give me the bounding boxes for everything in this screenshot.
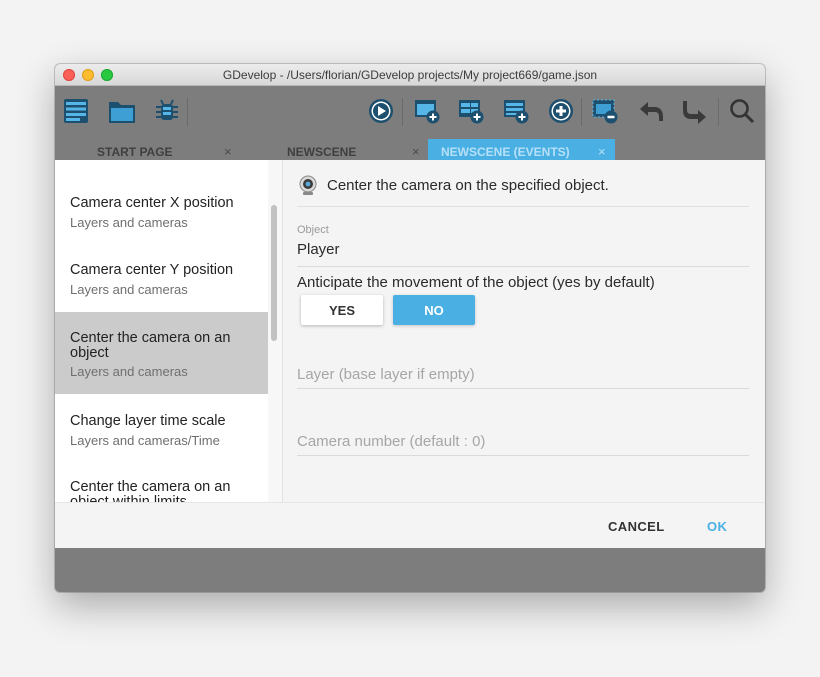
close-icon[interactable]: × bbox=[412, 144, 420, 159]
instruction-editor-dialog: Camera center X position Layers and came… bbox=[55, 160, 765, 548]
undo-icon[interactable] bbox=[636, 96, 666, 126]
search-icon[interactable] bbox=[727, 96, 757, 126]
open-folder-icon[interactable] bbox=[107, 96, 137, 126]
list-item[interactable]: Center the camera on an object within li… bbox=[55, 464, 268, 503]
layer-field[interactable]: Layer (base layer if empty) bbox=[297, 360, 749, 389]
object-field[interactable]: Object Player bbox=[297, 224, 749, 267]
tab-newscene[interactable]: NEWSCENE × bbox=[240, 139, 428, 161]
list-item[interactable]: Change layer time scale Layers and camer… bbox=[55, 398, 268, 450]
tab-newscene-events[interactable]: NEWSCENE (EVENTS) × bbox=[428, 139, 615, 161]
add-event-icon[interactable] bbox=[546, 96, 576, 126]
app-window: GDevelop - /Users/florian/GDevelop proje… bbox=[55, 64, 765, 592]
camera-number-field[interactable]: Camera number (default : 0) bbox=[297, 427, 749, 456]
redo-icon[interactable] bbox=[680, 96, 710, 126]
dialog-actions: CANCEL OK bbox=[55, 502, 765, 548]
project-manager-icon[interactable] bbox=[61, 96, 91, 126]
add-external-layout-icon[interactable] bbox=[501, 96, 531, 126]
cancel-button[interactable]: CANCEL bbox=[608, 519, 665, 534]
list-item-selected[interactable]: Center the camera on an object Layers an… bbox=[55, 312, 268, 394]
tab-start-page[interactable]: START PAGE × bbox=[55, 139, 240, 161]
add-scene-icon[interactable] bbox=[412, 96, 442, 126]
preview-play-icon[interactable] bbox=[366, 96, 396, 126]
anticipate-movement-label: Anticipate the movement of the object (y… bbox=[297, 274, 655, 291]
no-button[interactable]: NO bbox=[393, 295, 475, 325]
close-icon[interactable]: × bbox=[598, 144, 606, 159]
title-bar: GDevelop - /Users/florian/GDevelop proje… bbox=[55, 64, 765, 86]
editor-tabs: START PAGE × NEWSCENE × NEWSCENE (EVENTS… bbox=[55, 139, 765, 161]
toolbar-separator bbox=[581, 98, 582, 126]
toolbar-separator bbox=[718, 98, 719, 126]
list-item[interactable]: Camera center X position Layers and came… bbox=[55, 182, 268, 234]
list-scrollbar[interactable] bbox=[268, 160, 283, 502]
window-title: GDevelop - /Users/florian/GDevelop proje… bbox=[222, 68, 598, 82]
ok-button[interactable]: OK bbox=[707, 519, 727, 534]
instruction-description: Center the camera on the specified objec… bbox=[297, 174, 749, 207]
add-external-events-icon[interactable] bbox=[456, 96, 486, 126]
object-field-value: Player bbox=[297, 241, 340, 258]
parameters-form: Center the camera on the specified objec… bbox=[283, 160, 765, 502]
scrollbar-thumb[interactable] bbox=[271, 205, 277, 341]
close-icon[interactable]: × bbox=[224, 144, 232, 159]
camera-icon bbox=[299, 175, 317, 195]
instruction-list: Camera center X position Layers and came… bbox=[55, 160, 268, 502]
debugger-bug-icon[interactable] bbox=[152, 96, 182, 126]
delete-icon[interactable] bbox=[590, 96, 620, 126]
toolbar-separator bbox=[402, 98, 403, 126]
main-toolbar bbox=[55, 86, 765, 140]
toolbar-separator bbox=[187, 98, 188, 126]
list-item[interactable]: Camera center Y position Layers and came… bbox=[55, 248, 268, 300]
yes-button[interactable]: YES bbox=[301, 295, 383, 325]
